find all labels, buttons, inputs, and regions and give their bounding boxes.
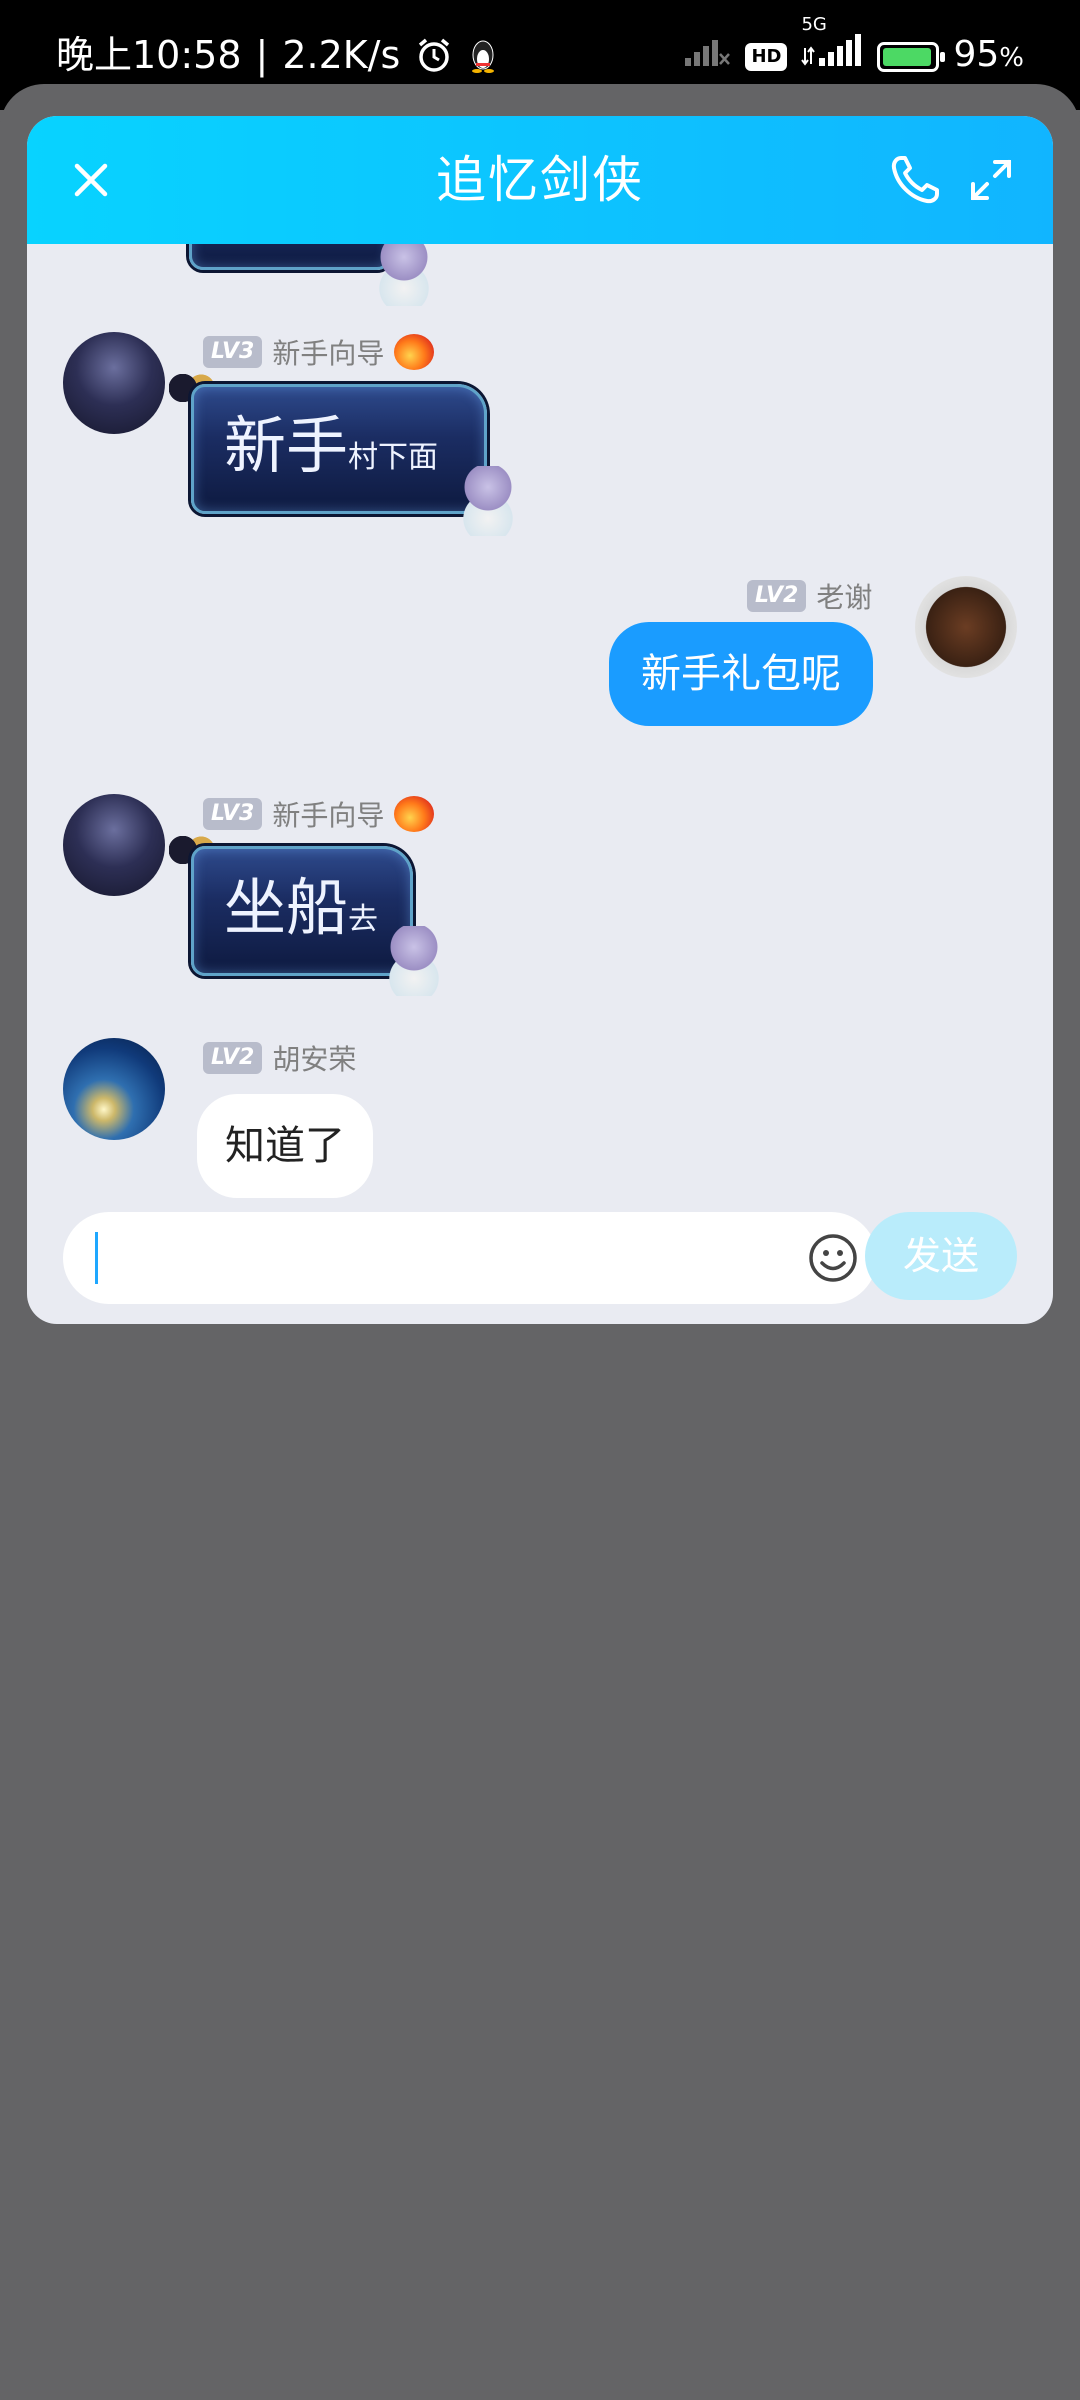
chibi-sticker bbox=[373, 244, 435, 306]
avatar[interactable] bbox=[63, 794, 165, 896]
level-badge: LV3 bbox=[203, 336, 263, 368]
message-text: 新手礼包呢 bbox=[641, 651, 841, 697]
chibi-sticker bbox=[383, 926, 445, 996]
qq-penguin-icon bbox=[468, 37, 498, 73]
sender-name: 胡安荣 bbox=[272, 1043, 357, 1076]
sender-name-row: LV2 胡安荣 bbox=[203, 1038, 356, 1078]
close-icon[interactable] bbox=[67, 156, 115, 204]
message-bubble[interactable]: 知道了 bbox=[197, 1094, 373, 1198]
level-badge: LV3 bbox=[203, 798, 263, 830]
sender-name-row: LV3 新手向导 bbox=[203, 332, 435, 372]
text-caret bbox=[95, 1232, 98, 1284]
hd-badge: HD bbox=[745, 42, 788, 71]
network-type: 5G bbox=[801, 13, 827, 35]
avatar[interactable] bbox=[915, 576, 1017, 678]
signal-off-icon bbox=[683, 30, 731, 84]
message-bubble[interactable]: 新手村下面 bbox=[191, 384, 487, 514]
anime-bubble-partial bbox=[189, 244, 391, 270]
phone-icon[interactable] bbox=[887, 152, 943, 208]
avatar[interactable] bbox=[63, 1038, 165, 1140]
sender-name: 老谢 bbox=[816, 581, 873, 614]
message-list[interactable]: LV3 新手向导 新手村下面 LV2 老谢 新手礼包呢 LV3 新手向导 坐船去… bbox=[27, 244, 1053, 1304]
fire-icon bbox=[394, 334, 435, 370]
avatar[interactable] bbox=[63, 332, 165, 434]
chat-window: 追忆剑侠 LV3 新手向导 新手村下面 LV2 老谢 新手礼包呢 LV3 新手向… bbox=[27, 116, 1053, 1324]
status-time: 晚上10:58 bbox=[56, 33, 242, 77]
sender-name-row: LV3 新手向导 bbox=[203, 794, 435, 834]
send-button[interactable]: 发送 bbox=[865, 1212, 1017, 1300]
battery-icon bbox=[877, 41, 946, 72]
signal-5g-icon: 5G bbox=[801, 15, 863, 84]
message-text: 知道了 bbox=[225, 1123, 345, 1169]
battery-percent: 95% bbox=[953, 34, 1024, 75]
alarm-icon bbox=[414, 35, 454, 75]
status-left: 晚上10:58 | 2.2K/s bbox=[56, 28, 498, 82]
chibi-sticker bbox=[457, 466, 519, 536]
fire-icon bbox=[394, 796, 435, 832]
message-input[interactable] bbox=[63, 1212, 877, 1304]
message-bubble[interactable]: 坐船去 bbox=[191, 846, 413, 976]
status-net-speed: 2.2K/s bbox=[282, 33, 401, 77]
level-badge: LV2 bbox=[747, 580, 807, 612]
status-separator: | bbox=[255, 33, 269, 77]
emoji-icon[interactable] bbox=[807, 1232, 859, 1284]
status-right: HD 5G 95% bbox=[683, 15, 1024, 85]
sender-name: 新手向导 bbox=[272, 337, 385, 370]
sender-name-row: LV2 老谢 bbox=[747, 576, 872, 616]
fullscreen-icon[interactable] bbox=[967, 156, 1015, 204]
message-bubble[interactable]: 新手礼包呢 bbox=[609, 622, 873, 726]
chat-header: 追忆剑侠 bbox=[27, 116, 1053, 244]
level-badge: LV2 bbox=[203, 1042, 263, 1074]
sender-name: 新手向导 bbox=[272, 799, 385, 832]
